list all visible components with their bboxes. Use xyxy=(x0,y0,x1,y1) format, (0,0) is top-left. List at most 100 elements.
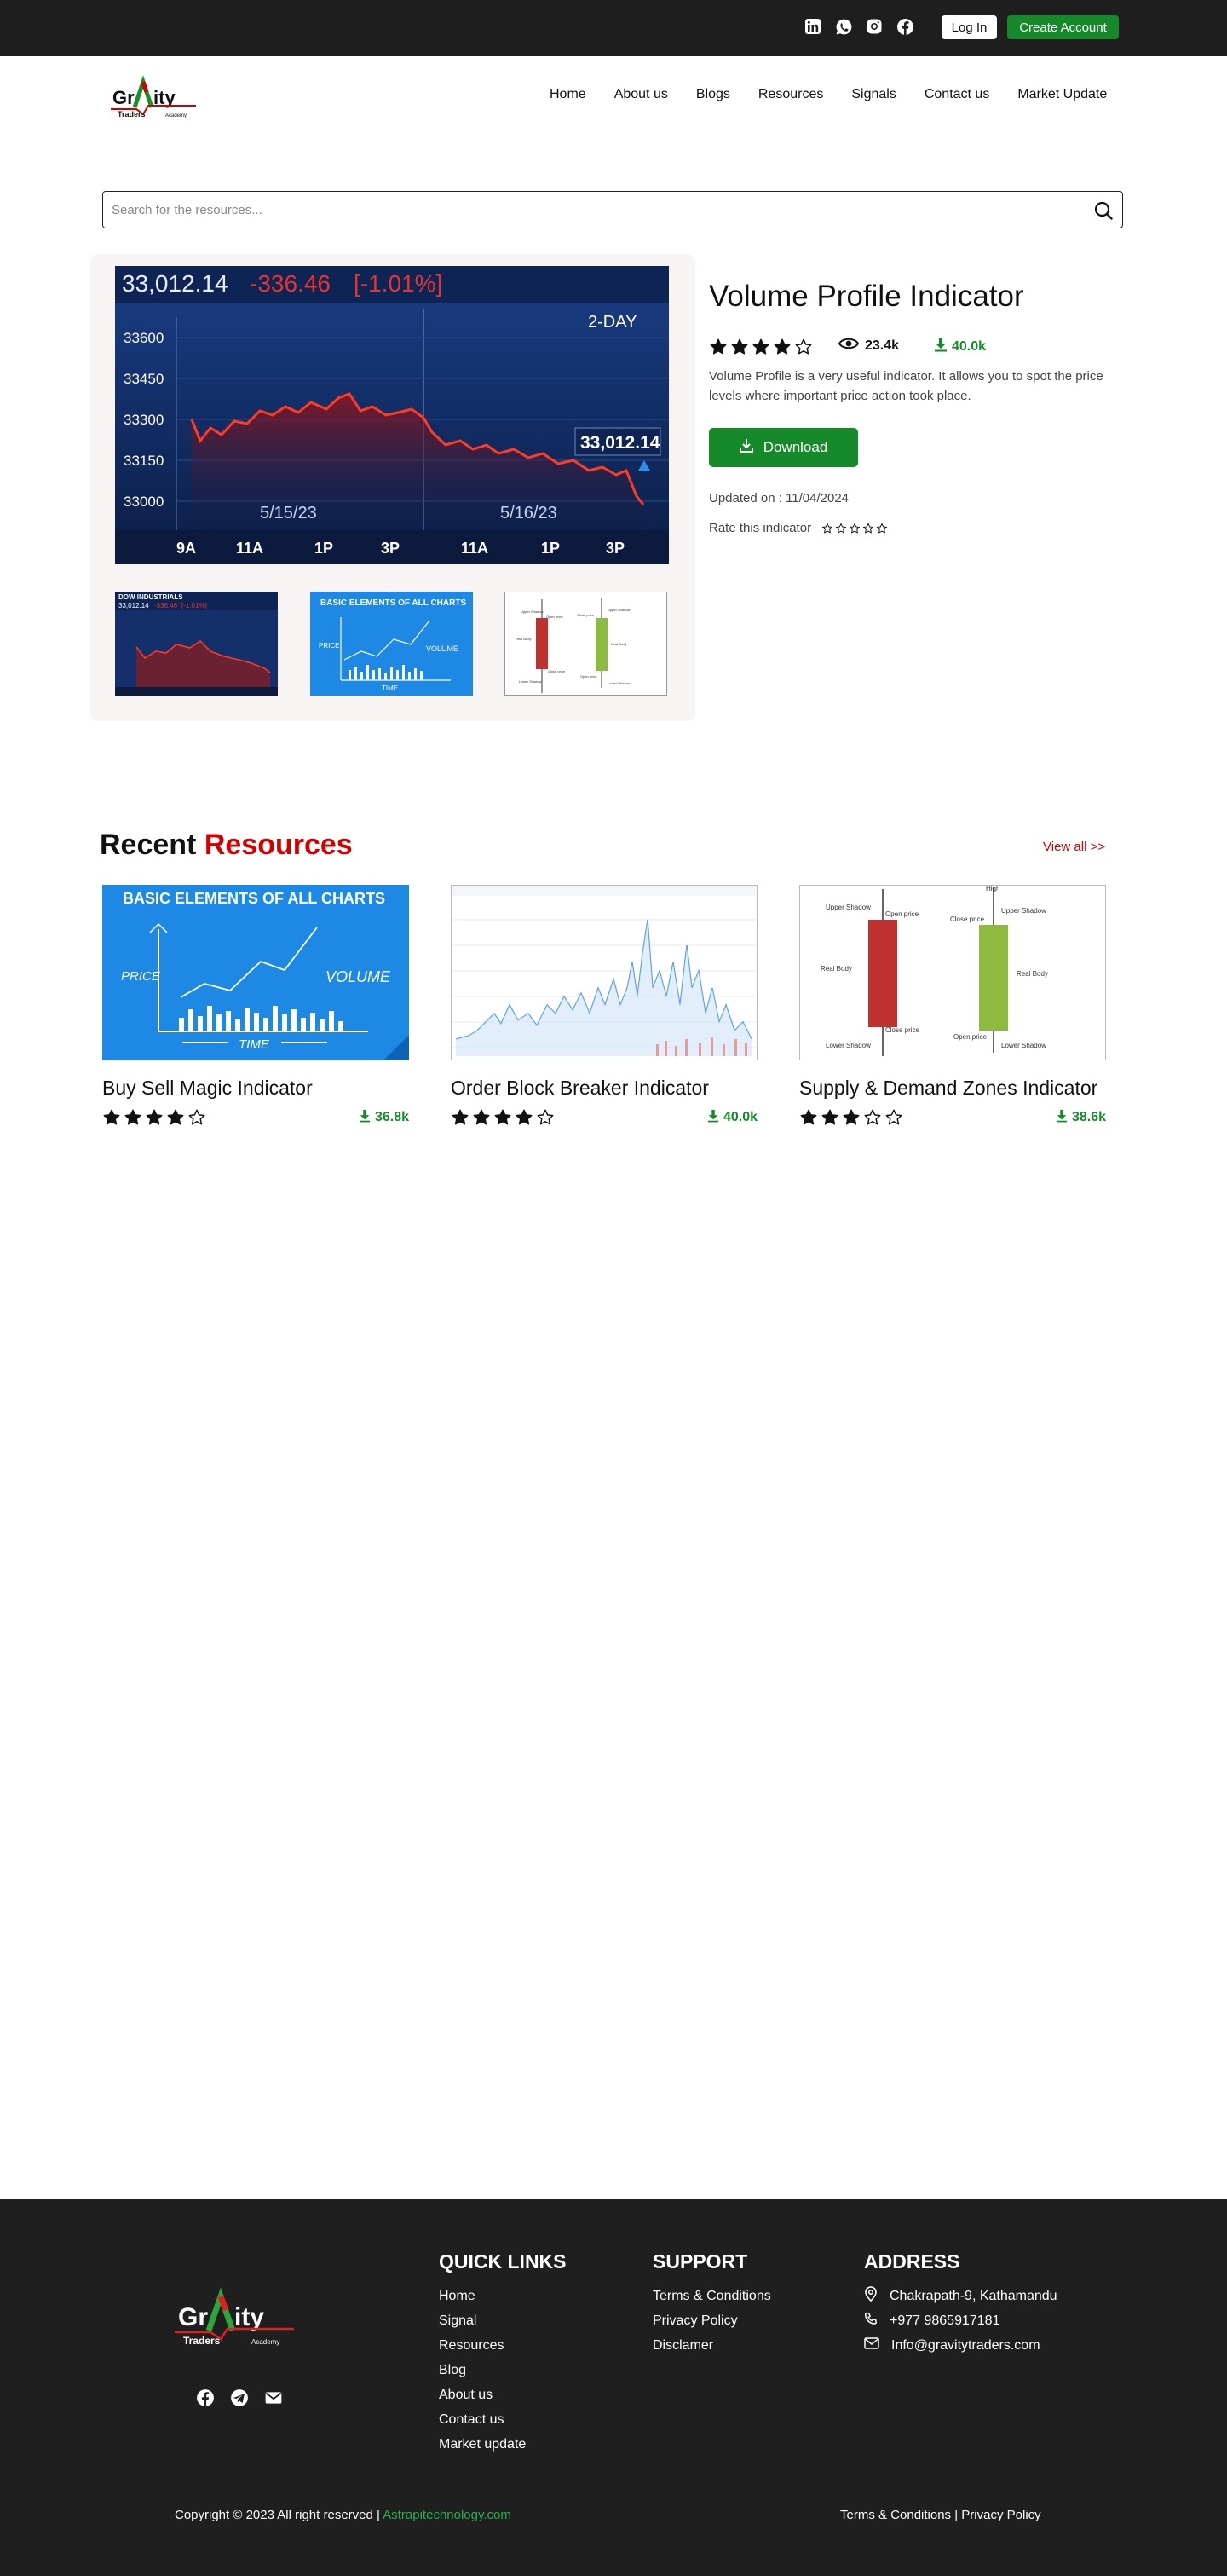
svg-text:Gr: Gr xyxy=(112,87,135,108)
thumbnail-basic-elements[interactable]: BASIC ELEMENTS OF ALL CHARTS PRICE VOLUM… xyxy=(310,592,473,696)
star-empty-icon xyxy=(863,523,874,533)
thumbnail-dow[interactable]: DOW INDUSTRIALS 33,012.14 -336.46 [-1.01… xyxy=(115,592,278,696)
facebook-icon[interactable] xyxy=(896,17,914,36)
main-product-image: 33,012.14 -336.46 [-1.01%] 2-DAY 33600 3… xyxy=(115,266,669,564)
card-download-count: 38.6k xyxy=(1071,1110,1106,1124)
label-upper-shadow: Upper Shadow xyxy=(826,904,871,911)
svg-text:Upper Shadow: Upper Shadow xyxy=(608,608,631,612)
main-change: -336.46 xyxy=(250,270,331,297)
eye-icon xyxy=(838,337,860,355)
svg-text:Gr: Gr xyxy=(178,2303,208,2331)
footer-logo[interactable]: Gr ity Traders Academy xyxy=(175,2284,302,2353)
resource-card[interactable]: Order Block Breaker Indicator 40.0k xyxy=(451,885,758,1127)
instagram-icon[interactable] xyxy=(865,17,884,36)
svg-text:Open price: Open price xyxy=(580,674,597,679)
mail-icon[interactable] xyxy=(264,2388,283,2411)
footer-support: SUPPORT Terms & Conditions Privacy Polic… xyxy=(653,2250,771,2358)
nav-resources[interactable]: Resources xyxy=(758,87,823,102)
footer-link[interactable]: Privacy Policy xyxy=(653,2308,771,2333)
brand-logo[interactable]: Gr ity Traders Academy xyxy=(111,73,204,121)
nav-blogs[interactable]: Blogs xyxy=(696,87,730,102)
phone-item[interactable]: +977 9865917181 xyxy=(864,2308,1057,2333)
svg-text:Close price: Close price xyxy=(577,613,595,617)
recent-title-a: Recent xyxy=(100,829,197,861)
svg-text:Traders: Traders xyxy=(183,2335,221,2347)
y-tick: 33450 xyxy=(124,371,164,387)
card-downloads: 36.8k xyxy=(359,1109,409,1127)
location-icon xyxy=(864,2286,878,2306)
svg-text:Upper Shadow: Upper Shadow xyxy=(521,609,544,614)
x-tick: 11A xyxy=(461,540,488,557)
star-filled-icon xyxy=(124,1109,141,1125)
thumb-price-axis: PRICE xyxy=(319,642,339,650)
label-real-body: Real Body xyxy=(1017,970,1048,978)
address-title: ADDRESS xyxy=(864,2250,960,2273)
resource-card[interactable]: BASIC ELEMENTS OF ALL CHARTS PRICE VOLUM… xyxy=(102,885,409,1127)
privacy-link[interactable]: Privacy Policy xyxy=(961,2508,1040,2522)
footer-link[interactable]: Disclamer xyxy=(653,2333,771,2358)
star-filled-icon xyxy=(843,1109,860,1125)
telegram-icon[interactable] xyxy=(230,2388,249,2411)
star-filled-icon xyxy=(752,338,769,355)
view-count-value: 23.4k xyxy=(865,338,900,353)
footer-link[interactable]: About us xyxy=(439,2383,567,2407)
main-navbar: Gr ity Traders Academy Home About us Blo… xyxy=(0,56,1227,135)
footer-link[interactable]: Home xyxy=(439,2284,567,2308)
footer-link[interactable]: Terms & Conditions xyxy=(653,2284,771,2308)
label-close-price: Close price xyxy=(885,1026,920,1034)
credit-link[interactable]: Astrapitechnology.com xyxy=(383,2508,511,2522)
address-item: Chakrapath-9, Kathamandu xyxy=(864,2284,1057,2308)
nav-market-update[interactable]: Market Update xyxy=(1017,87,1107,102)
card-image: Upper Shadow Open price Real Body Close … xyxy=(799,885,1106,1060)
y-tick: 33000 xyxy=(124,494,164,510)
footer-link[interactable]: Resources xyxy=(439,2333,567,2358)
card-title[interactable]: Buy Sell Magic Indicator xyxy=(102,1076,409,1100)
star-filled-icon xyxy=(710,338,727,355)
resource-card[interactable]: Upper Shadow Open price Real Body Close … xyxy=(799,885,1106,1127)
nav-home[interactable]: Home xyxy=(550,87,586,102)
download-button[interactable]: Download xyxy=(709,428,858,467)
main-pct: [-1.01%] xyxy=(354,270,442,297)
card-title[interactable]: Order Block Breaker Indicator xyxy=(451,1076,758,1100)
rate-stars-input[interactable] xyxy=(821,523,888,534)
terms-link[interactable]: Terms & Conditions | xyxy=(840,2508,958,2522)
footer-link[interactable]: Contact us xyxy=(439,2407,567,2432)
svg-text:Real Body: Real Body xyxy=(516,637,531,641)
footer-link[interactable]: Blog xyxy=(439,2358,567,2383)
x-tick: 11A xyxy=(236,540,263,557)
card-download-count: 36.8k xyxy=(374,1110,409,1124)
search-input[interactable] xyxy=(112,199,1066,221)
nav-signals[interactable]: Signals xyxy=(851,87,896,102)
whatsapp-icon[interactable] xyxy=(834,17,853,36)
svg-text:Open price: Open price xyxy=(546,615,563,619)
star-empty-icon xyxy=(188,1109,205,1125)
footer-link[interactable]: Market update xyxy=(439,2432,567,2457)
nav-contact[interactable]: Contact us xyxy=(925,87,989,102)
download-icon xyxy=(707,1109,719,1127)
login-button[interactable]: Log In xyxy=(942,15,997,39)
footer-link[interactable]: Signal xyxy=(439,2308,567,2333)
search-icon[interactable] xyxy=(1093,200,1114,221)
nav-about[interactable]: About us xyxy=(614,87,668,102)
last-price-label: 33,012.14 xyxy=(580,433,660,453)
star-filled-icon xyxy=(167,1109,184,1125)
resource-search xyxy=(102,191,1123,228)
x-tick: 3P xyxy=(381,540,400,557)
facebook-icon[interactable] xyxy=(196,2388,215,2411)
thumbnail-candle[interactable]: Upper Shadow Open price Real Body Close pri… xyxy=(504,592,667,696)
create-account-button[interactable]: Create Account xyxy=(1007,15,1119,39)
card-rating xyxy=(799,1108,903,1127)
email-item[interactable]: Info@gravitytraders.com xyxy=(864,2333,1057,2358)
date-label: 5/15/23 xyxy=(260,504,317,523)
svg-text:Real Body: Real Body xyxy=(611,642,626,646)
footer-quick-links: QUICK LINKS Home Signal Resources Blog A… xyxy=(439,2250,567,2457)
star-empty-icon xyxy=(795,338,812,355)
download-icon xyxy=(1056,1109,1068,1127)
rating-stars xyxy=(709,338,813,356)
card-title[interactable]: Supply & Demand Zones Indicator xyxy=(799,1076,1106,1100)
rate-label: Rate this indicator xyxy=(709,521,812,535)
view-all-link[interactable]: View all >> xyxy=(1043,840,1105,854)
linkedin-icon[interactable] xyxy=(804,17,822,36)
label-open-price: Open price xyxy=(953,1033,988,1041)
svg-text:Lower Shadow: Lower Shadow xyxy=(608,681,631,685)
